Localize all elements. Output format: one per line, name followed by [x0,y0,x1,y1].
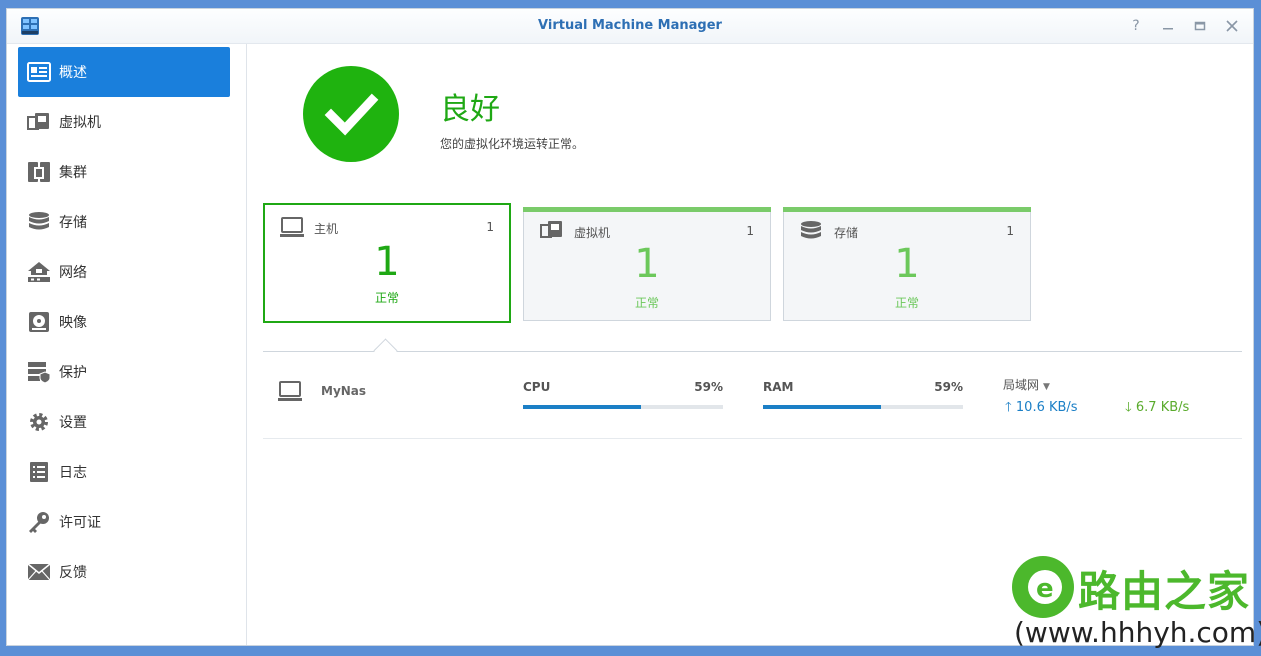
status-description: 您的虚拟化环境运转正常。 [440,137,585,151]
upload-rate: 🡑 10.6 KB/s [1005,398,1078,420]
card-name: 虚拟机 [574,226,611,240]
watermark-title: 路由之家 [1078,567,1251,616]
key-icon [27,510,51,534]
window-title: Virtual Machine Manager [538,18,722,33]
storage-icon [27,210,51,234]
virtual-machine-icon [540,220,562,242]
sidebar-item-label: 反馈 [59,565,87,581]
sidebar-item-label: 许可证 [59,515,101,531]
card-count: 1 [1006,224,1014,238]
download-rate: 🡓 6.7 KB/s [1125,398,1189,420]
sidebar-item-label: 集群 [59,165,87,181]
sidebar-item-overview[interactable]: 概述 [18,47,230,97]
gear-icon [27,410,51,434]
minimize-icon[interactable] [1159,17,1177,35]
storage-icon [800,220,822,242]
card-value: 1 [374,239,400,285]
card-status: 正常 [894,296,919,310]
arrow-up-icon: 🡑 [1005,400,1012,415]
sidebar-item-label: 保护 [59,365,87,381]
card-name: 主机 [314,222,339,236]
sidebar-item-settings[interactable]: 设置 [18,397,230,447]
host-row[interactable]: MyNas CPU 59% RAM 59% 局域网 ▼ 🡑 10.6 KB/s … [263,364,1242,439]
network-stats: 局域网 ▼ 🡑 10.6 KB/s 🡓 6.7 KB/s [1003,374,1233,415]
sidebar-item-image[interactable]: 映像 [18,297,230,347]
ram-bar-track [763,405,963,409]
download-value: 6.7 KB/s [1135,400,1190,415]
cluster-icon [27,160,51,184]
network-icon [27,260,51,284]
monitor-icon [278,380,302,404]
close-icon[interactable] [1223,17,1241,35]
sidebar-item-virtual-machine[interactable]: 虚拟机 [18,97,230,147]
card-host[interactable]: 主机 1 1 正常 [263,203,511,323]
cpu-bar-track [523,405,723,409]
sidebar: 概述 虚拟机 集群 存储 网络 映像 保护 设置 日志 许可证 反馈 [7,44,247,645]
card-status: 正常 [634,296,659,310]
card-value: 1 [634,241,660,287]
sidebar-item-label: 存储 [59,215,87,231]
title-bar[interactable]: Virtual Machine Manager ? [7,9,1253,44]
cpu-bar-fill [523,405,641,409]
card-status: 正常 [374,291,399,305]
image-icon [27,310,51,334]
protection-icon [27,360,51,384]
sidebar-item-label: 概述 [59,65,87,81]
sidebar-item-network[interactable]: 网络 [18,247,230,297]
sidebar-item-license[interactable]: 许可证 [18,497,230,547]
sidebar-item-label: 设置 [59,415,87,431]
status-title: 良好 [440,92,500,127]
card-count: 1 [486,220,494,234]
card-value: 1 [894,241,920,287]
app-window: Virtual Machine Manager ? 概述 虚拟机 集群 存储 网… [6,8,1254,646]
virtual-machine-icon [27,110,51,134]
sidebar-item-log[interactable]: 日志 [18,447,230,497]
cpu-label: CPU [523,380,551,394]
sidebar-item-protection[interactable]: 保护 [18,347,230,397]
watermark-url: (www.hhhyh.com) [1014,616,1261,649]
help-icon[interactable]: ? [1127,17,1145,35]
arrow-down-icon: 🡓 [1125,400,1132,415]
chevron-down-icon: ▼ [1043,382,1050,392]
network-label: 局域网 [1003,378,1040,392]
card-virtual-machine[interactable]: 虚拟机 1 1 正常 [523,207,771,321]
sidebar-item-label: 虚拟机 [59,115,101,131]
sidebar-item-feedback[interactable]: 反馈 [18,547,230,597]
network-dropdown[interactable]: 局域网 ▼ [1003,374,1050,393]
check-circle-icon [303,66,399,162]
sidebar-item-label: 映像 [59,315,87,331]
monitor-icon [280,216,304,238]
cpu-value: 59% [694,380,723,394]
watermark-logo-icon: e [1012,556,1074,618]
sidebar-item-label: 日志 [59,465,87,481]
ram-label: RAM [763,380,794,394]
upload-value: 10.6 KB/s [1015,400,1078,415]
selection-pointer [373,338,398,363]
watermark: e 路由之家 (www.hhhyh.com) [1008,552,1261,656]
divider [263,351,1242,352]
maximize-icon[interactable] [1191,17,1209,35]
ram-bar-fill [763,405,881,409]
card-count: 1 [746,224,754,238]
overview-icon [27,60,51,84]
log-icon [27,460,51,484]
sidebar-item-label: 网络 [59,265,87,281]
card-storage[interactable]: 存储 1 1 正常 [783,207,1031,321]
sidebar-item-cluster[interactable]: 集群 [18,147,230,197]
mail-icon [27,560,51,584]
sidebar-item-storage[interactable]: 存储 [18,197,230,247]
host-name: MyNas [321,384,367,398]
ram-value: 59% [934,380,963,394]
card-name: 存储 [834,226,859,240]
